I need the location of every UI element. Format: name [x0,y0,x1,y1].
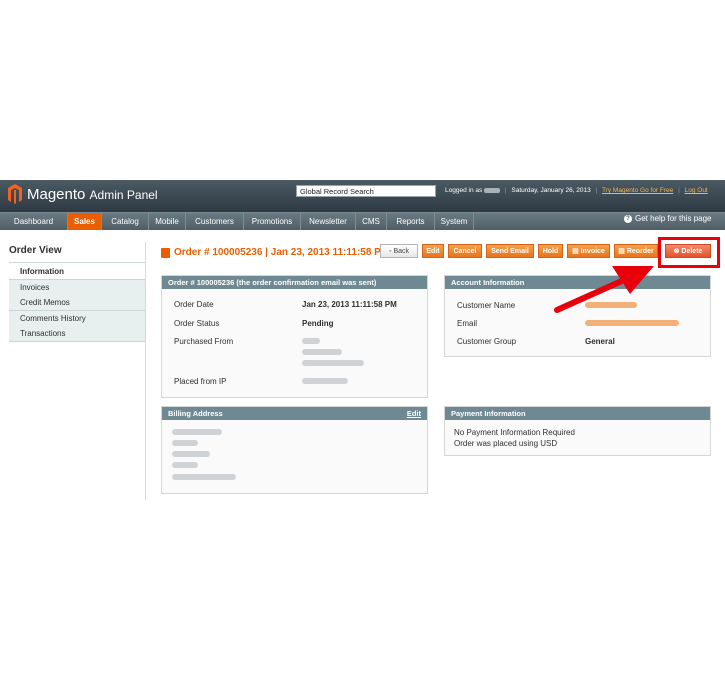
billing-line-redacted [172,462,198,468]
billing-line-redacted [172,451,210,457]
sidebar-divider [9,262,145,263]
customer-name-label: Customer Name [457,301,516,310]
nav-cms[interactable]: CMS [356,213,387,230]
main-nav: Dashboard Sales Catalog Mobile Customers… [0,212,725,230]
customer-group-value: General [585,337,615,346]
account-info-header: Account Information [445,276,710,289]
customer-group-label: Customer Group [457,337,517,346]
sidebar-item-credit-memos[interactable]: Credit Memos [9,295,145,311]
purchased-from-redacted [302,360,364,366]
nav-mobile[interactable]: Mobile [149,213,186,230]
nav-system[interactable]: System [435,213,474,230]
reorder-icon: ▤ [618,248,625,255]
order-info-header: Order # 100005236 (the order confirmatio… [162,276,427,289]
send-email-button[interactable]: Send Email [486,244,534,258]
hold-button[interactable]: Hold [538,244,563,258]
username-redacted [484,187,501,193]
billing-line-redacted [172,474,236,480]
top-info-bar: Logged in as | Saturday, January 26, 201… [445,187,708,194]
payment-info-header: Payment Information [445,407,710,420]
back-button[interactable]: ◦ Back [380,244,418,258]
payment-line-2: Order was placed using USD [454,439,558,448]
reorder-button[interactable]: ▤ Reorder [614,244,658,258]
email-label: Email [457,319,478,328]
billing-line-redacted [172,429,222,435]
billing-edit-link[interactable]: Edit [407,407,421,420]
order-status-value: Pending [302,319,334,328]
order-date-label: Order Date [174,300,214,309]
nav-catalog[interactable]: Catalog [102,213,149,230]
logout-link[interactable]: Log Out [685,187,708,194]
billing-address-box: Billing Address Edit [161,406,428,494]
order-date-value: Jan 23, 2013 11:11:58 PM [302,300,397,309]
nav-sales[interactable]: Sales [68,213,102,230]
customer-name-redacted[interactable] [585,302,637,308]
logged-in-label: Logged in as [445,187,483,194]
billing-address-header: Billing Address Edit [162,407,427,420]
nav-newsletter[interactable]: Newsletter [301,213,356,230]
sidebar-border [145,242,146,500]
help-link[interactable]: ? Get help for this page [624,214,712,223]
logo-text[interactable]: Magento Admin Panel [27,186,158,203]
order-status-label: Order Status [174,319,220,328]
purchased-from-redacted [302,338,320,344]
nav-customers[interactable]: Customers [186,213,244,230]
placed-from-ip-label: Placed from IP [174,377,227,386]
sidebar-item-information[interactable]: Information [9,264,145,280]
billing-line-redacted [172,440,198,446]
nav-reports[interactable]: Reports [387,213,435,230]
email-redacted[interactable] [585,320,679,326]
sidebar-title: Order View [9,245,62,256]
delete-highlight-box [658,237,720,268]
nav-promotions[interactable]: Promotions [244,213,301,230]
nav-dashboard[interactable]: Dashboard [0,213,68,230]
cancel-button[interactable]: Cancel [448,244,482,258]
sidebar-item-transactions[interactable]: Transactions [9,326,145,342]
edit-button[interactable]: Edit [422,244,444,258]
invoice-icon: ▤ [572,248,579,255]
page-title: Order # 100005236 | Jan 23, 2013 11:11:5… [174,247,390,258]
order-title-icon [161,248,170,258]
help-icon: ? [624,214,632,223]
current-date: Saturday, January 26, 2013 [511,187,591,194]
try-magento-go-link[interactable]: Try Magento Go for Free [602,187,673,194]
ip-redacted [302,378,348,384]
purchased-from-redacted [302,349,342,355]
sidebar-item-comments-history[interactable]: Comments History [9,311,145,327]
payment-line-1: No Payment Information Required [454,428,575,437]
invoice-button[interactable]: ▤ Invoice [567,244,610,258]
purchased-from-label: Purchased From [174,337,234,346]
magento-logo-icon [8,184,22,204]
global-search-input[interactable]: Global Record Search [296,185,436,197]
sidebar-item-invoices[interactable]: Invoices [9,280,145,296]
